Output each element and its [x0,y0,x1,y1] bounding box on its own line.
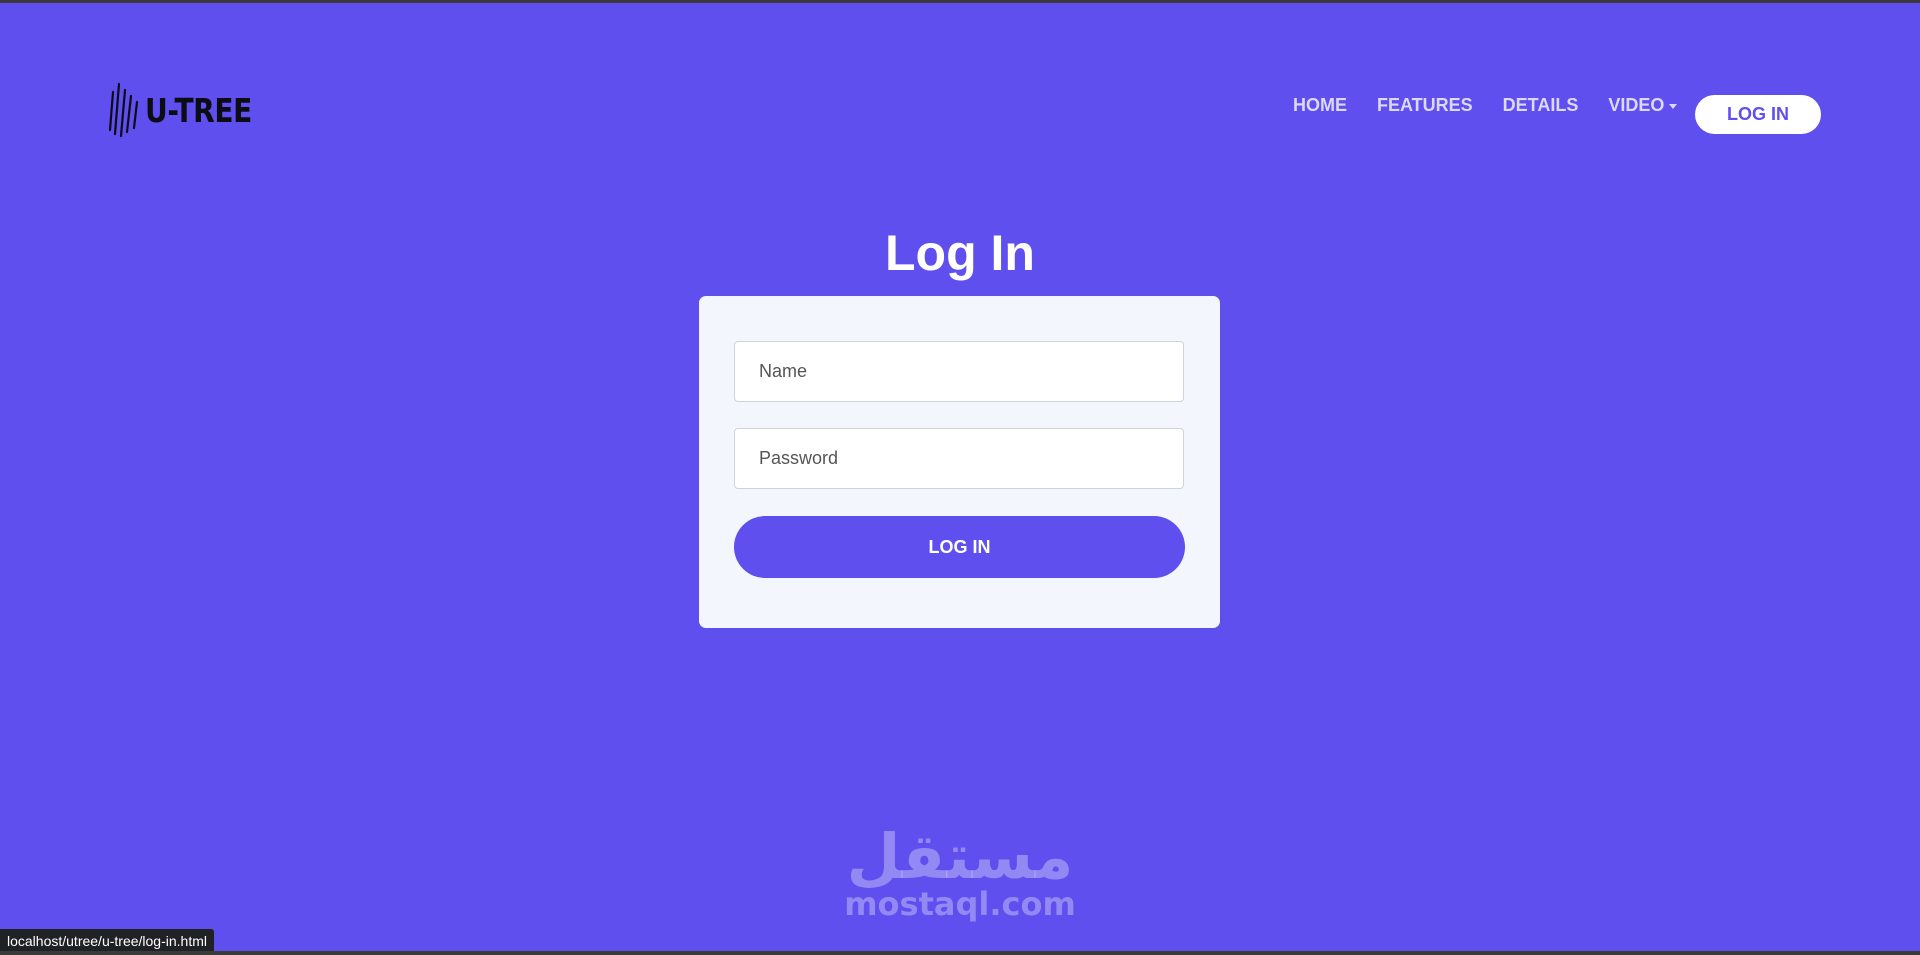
nav-item-features[interactable]: FEATURES [1377,95,1473,116]
nav-login-button[interactable]: LOG IN [1695,95,1821,134]
page-title: Log In [885,225,1035,281]
watermark-arabic-text: مستقل [846,820,1074,893]
login-submit-button[interactable]: LOG IN [734,516,1185,578]
watermark-latin-text: mostaql.com [844,885,1076,923]
password-input[interactable] [734,428,1184,489]
chevron-down-icon [1669,104,1678,109]
brand-logo[interactable]: U-TREE [109,82,271,138]
watermark: مستقل mostaql.com [843,820,1077,923]
nav-item-video[interactable]: VIDEO [1608,95,1678,116]
nav-item-video-label: VIDEO [1608,95,1665,115]
brand-name: U-TREE [145,90,252,130]
nav-item-details[interactable]: DETAILS [1503,95,1579,116]
status-bar-url: localhost/utree/u-tree/log-in.html [0,929,214,953]
nav-item-home[interactable]: HOME [1293,95,1347,116]
name-input[interactable] [734,341,1184,402]
window-bottom-border [0,951,1920,955]
window-top-border [0,0,1920,3]
login-card: LOG IN [699,296,1220,628]
logo-mark-icon [109,82,139,138]
main-nav: HOME FEATURES DETAILS VIDEO [1293,95,1707,116]
